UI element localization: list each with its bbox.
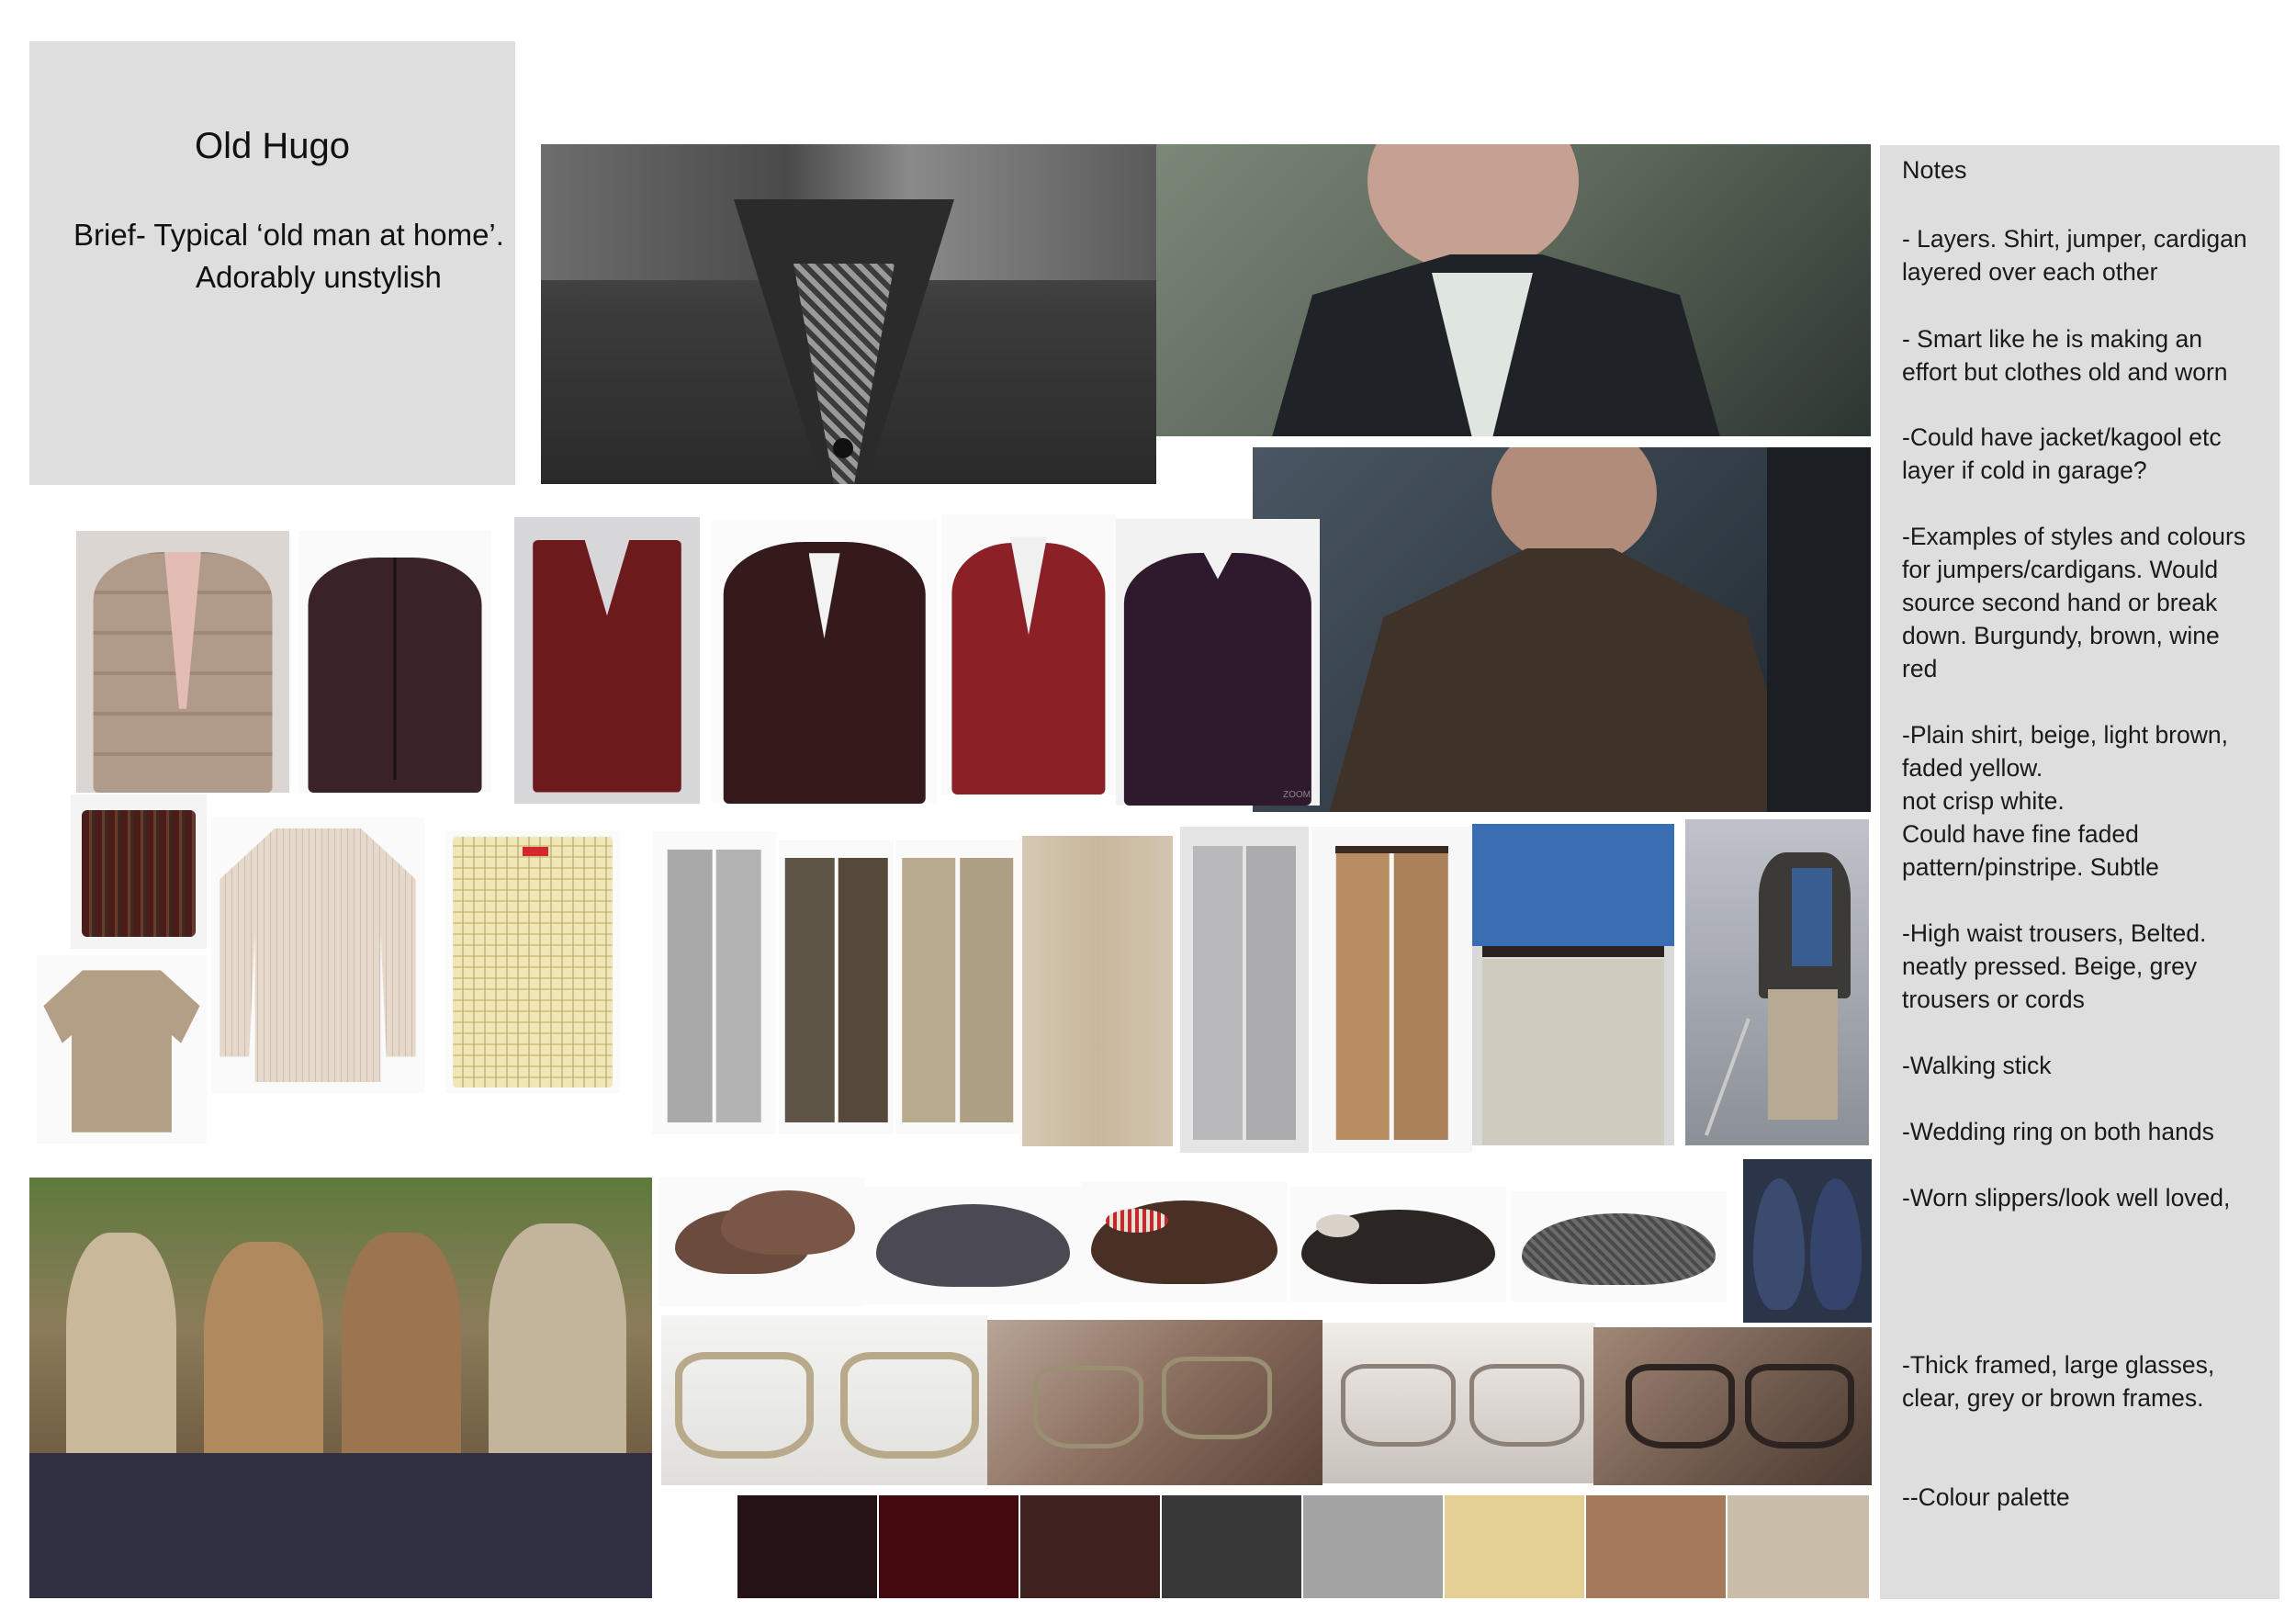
photo-high-waist-belted-trousers bbox=[1472, 824, 1674, 1145]
photo-wrinkled-old-man-glasses bbox=[1593, 1327, 1872, 1485]
note-wedding-ring: -Wedding ring on both hands bbox=[1902, 1118, 2214, 1145]
note-trousers: -High waist trousers, Belted. neatly pre… bbox=[1902, 919, 2207, 1013]
note-slippers: -Worn slippers/look well loved, bbox=[1902, 1184, 2231, 1212]
palette-swatch-2 bbox=[879, 1495, 1019, 1598]
photo-brown-leather-moccasin bbox=[1081, 1182, 1288, 1302]
notes-panel: Notes - Layers. Shirt, jumper, cardigan … bbox=[1880, 145, 2279, 1599]
photo-purple-v-jumper: ZOOM bbox=[1116, 519, 1320, 806]
photo-old-man-cardigan-green bbox=[1156, 144, 1871, 436]
photo-worn-navy-slippers bbox=[1743, 1159, 1872, 1323]
palette-swatch-6 bbox=[1445, 1495, 1584, 1598]
photo-khaki-pleated-trousers bbox=[895, 840, 1019, 1134]
photo-metal-frame-glasses bbox=[1322, 1323, 1595, 1483]
photo-grey-suede-moccasin bbox=[865, 1187, 1081, 1304]
note-jumper-styles: -Examples of styles and colours for jump… bbox=[1902, 523, 2246, 682]
photo-striped-brown-shirt-folded bbox=[71, 795, 207, 949]
palette-swatch-1 bbox=[737, 1495, 877, 1598]
board-title: Old Hugo bbox=[195, 126, 350, 166]
note-jacket: -Could have jacket/kagool etc layer if c… bbox=[1902, 423, 2222, 484]
palette-swatch-4 bbox=[1162, 1495, 1301, 1598]
photo-black-fleece-slipper bbox=[1290, 1187, 1506, 1302]
photo-maroon-shawl-cardigan bbox=[712, 519, 937, 804]
photo-beige-pleated-trousers-closeup bbox=[1019, 836, 1176, 1146]
photo-grey-tweed-trousers bbox=[652, 831, 776, 1134]
note-layers: - Layers. Shirt, jumper, cardigan layere… bbox=[1902, 225, 2247, 286]
note-colour-palette: --Colour palette bbox=[1902, 1483, 2070, 1511]
zoom-caption: ZOOM bbox=[1283, 790, 1311, 800]
photo-old-man-walking-stick bbox=[1685, 819, 1869, 1145]
note-walking-stick: -Walking stick bbox=[1902, 1052, 2052, 1079]
palette-swatch-7 bbox=[1586, 1495, 1726, 1598]
photo-brown-moccasin-slippers bbox=[658, 1178, 865, 1306]
brief-text: Brief- Typical ‘old man at home’. Adorab… bbox=[73, 214, 504, 299]
photo-brown-wide-trousers bbox=[779, 840, 894, 1134]
photo-old-man-with-glasses-closeup bbox=[987, 1320, 1322, 1485]
photo-old-man-brown-jumper bbox=[1253, 447, 1871, 812]
photo-tan-belted-trousers bbox=[1311, 827, 1472, 1153]
note-shirts: -Plain shirt, beige, light brown, faded … bbox=[1902, 721, 2228, 881]
photo-old-men-on-bench bbox=[29, 1178, 652, 1598]
palette-swatch-5 bbox=[1303, 1495, 1443, 1598]
note-glasses: -Thick framed, large glasses, clear, gre… bbox=[1902, 1351, 2215, 1412]
photo-clear-thick-frame-glasses bbox=[661, 1315, 987, 1485]
palette-swatch-3 bbox=[1020, 1495, 1160, 1598]
title-card: Old Hugo Brief- Typical ‘old man at home… bbox=[29, 41, 515, 485]
photo-grey-linen-trousers bbox=[1180, 827, 1309, 1153]
palette-swatch-8 bbox=[1728, 1495, 1869, 1598]
photo-burgundy-v-cardigan bbox=[941, 514, 1116, 795]
brief-line-2: Adorably unstylish bbox=[196, 260, 442, 294]
brief-line-1: Brief- Typical ‘old man at home’. bbox=[73, 218, 504, 252]
photo-yellow-check-shirt bbox=[445, 831, 620, 1093]
photo-plum-zip-cardigan bbox=[298, 531, 491, 793]
photo-red-sweater-vest bbox=[514, 517, 700, 804]
photo-grey-tweed-slipper bbox=[1511, 1191, 1727, 1302]
photo-cardigan-closeup-bw bbox=[541, 144, 1156, 484]
notes-heading: Notes bbox=[1902, 156, 1967, 184]
photo-cream-pinstripe-shirt bbox=[211, 817, 424, 1093]
photo-beige-check-cardigan bbox=[76, 531, 289, 793]
note-smart: - Smart like he is making an effort but … bbox=[1902, 325, 2228, 386]
photo-beige-short-sleeve-shirt bbox=[37, 955, 207, 1144]
